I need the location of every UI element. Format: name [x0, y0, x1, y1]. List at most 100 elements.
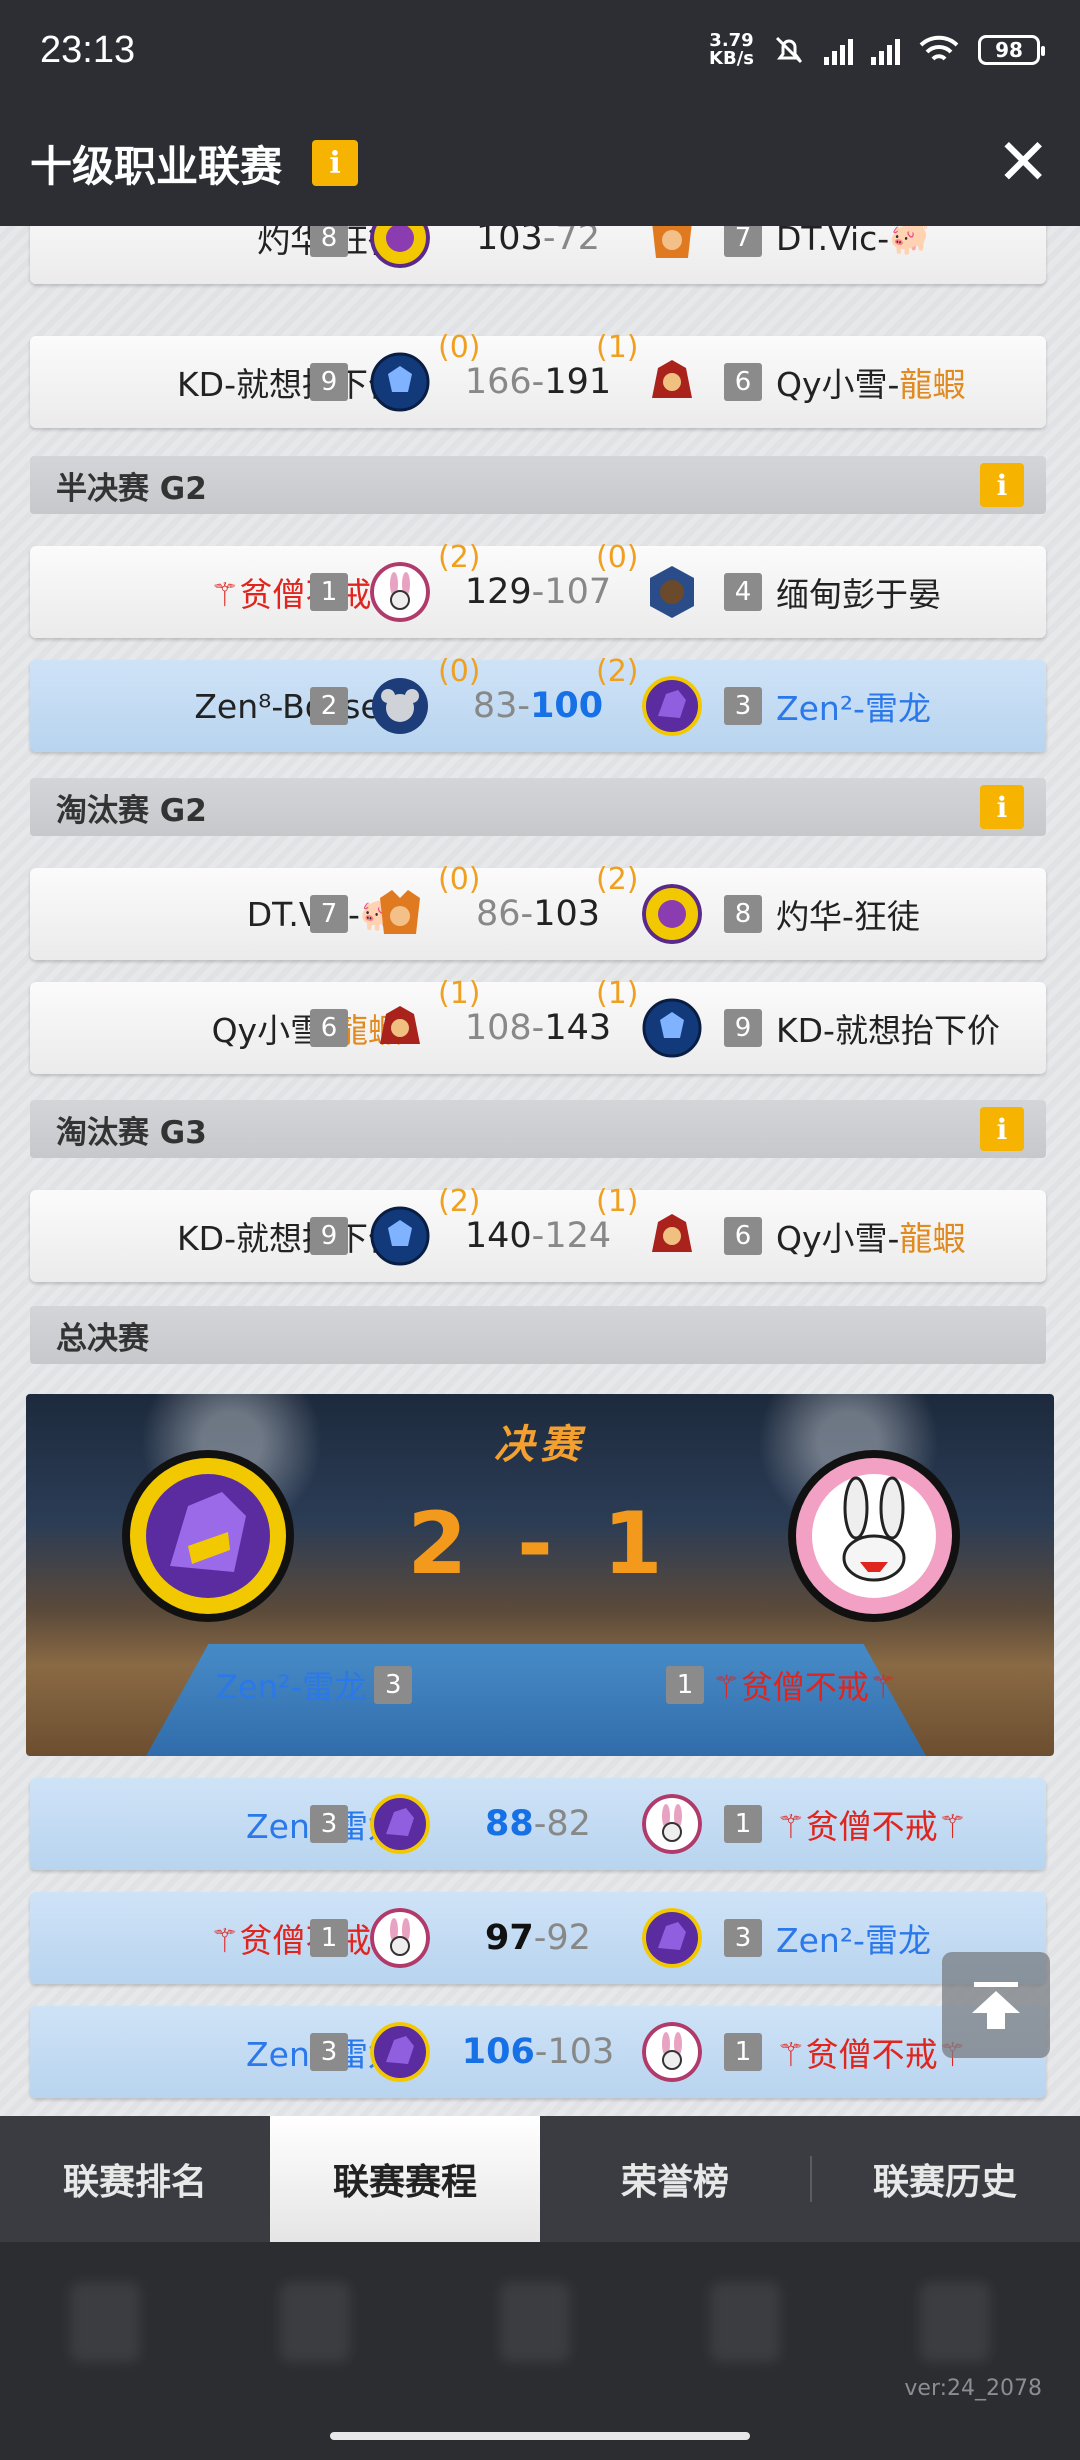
match-row[interactable]: Zen²-雷龙 3 106-103 1 ⚚贫僧不戒⚚	[30, 2006, 1046, 2098]
sub-score-right: (1)	[596, 330, 639, 365]
match-score: 103-72	[476, 226, 600, 258]
team-logo-dragon-icon	[122, 1450, 294, 1622]
team-logo-dragon-icon	[642, 1908, 702, 1968]
team-right: KD-就想抬下价	[776, 1011, 1000, 1050]
match-row[interactable]: KD-就想抬下价 9 (0) 166-191 (1) 6 Qy小雪- 龍蝦	[30, 330, 1046, 428]
seed-badge: 6	[724, 363, 762, 401]
status-icons: 3.79 KB/s 98	[709, 30, 1045, 69]
info-icon[interactable]: i	[312, 140, 359, 186]
match-row[interactable]: Qy小雪- 龍蝦 6 (1) 108-143 (1) 9 KD-就想抬下价	[30, 976, 1046, 1074]
sub-score-right: (2)	[596, 654, 639, 689]
team-logo-koala-icon	[372, 678, 428, 734]
close-button[interactable]: ✕	[996, 131, 1050, 195]
wifi-icon	[919, 35, 959, 61]
team-logo-boar-icon	[652, 360, 692, 398]
info-icon[interactable]: i	[980, 1107, 1024, 1151]
final-team-left: Zen²-雷龙 3	[216, 1662, 413, 1708]
section-header: 总决赛	[30, 1306, 1046, 1364]
seed-badge: 8	[310, 226, 348, 257]
seed-badge: 3	[724, 687, 762, 725]
tab-league-ranking[interactable]: 联赛排名	[0, 2116, 270, 2242]
team-logo-tiger-icon	[652, 226, 692, 258]
seed-badge: 4	[724, 573, 762, 611]
team-logo-wolf-icon	[370, 352, 430, 412]
team-right: 灼华-狂徒	[776, 897, 920, 936]
seed-badge: 6	[310, 1009, 348, 1047]
seed-badge: 2	[310, 687, 348, 725]
team-logo-tiger-icon	[380, 890, 420, 934]
team-right: DT.Vic- 🐖	[776, 226, 931, 258]
status-time: 23:13	[40, 28, 136, 71]
team-logo-wolf-icon	[642, 998, 702, 1058]
seed-badge: 3	[310, 1805, 348, 1843]
team-left: KD-就想抬下价	[177, 1219, 401, 1258]
team-right: Qy小雪- 龍蝦	[776, 1219, 966, 1258]
status-bar: 23:13 3.79 KB/s 98	[0, 0, 1080, 100]
match-row[interactable]: Zen²-雷龙 3 88-82 1 ⚚贫僧不戒⚚	[30, 1778, 1046, 1870]
bottom-tab-bar: 联赛排名 联赛赛程 荣誉榜 联赛历史	[0, 2116, 1080, 2242]
team-right: Qy小雪- 龍蝦	[776, 365, 966, 404]
sub-score-right: (2)	[596, 862, 639, 897]
app-header: 十级职业联赛 i ✕	[0, 100, 1080, 226]
team-logo-dragon-icon	[642, 676, 702, 736]
version-label: ver:24_2078	[904, 2376, 1042, 2401]
seed-badge: 7	[310, 895, 348, 933]
home-indicator[interactable]	[330, 2432, 750, 2440]
final-banner: 决赛 2 - 1 Zen²-雷龙 3 1 ⚚贫僧不戒⚚	[26, 1394, 1054, 1756]
signal-icon-2	[871, 35, 900, 65]
battery-indicator: 98	[978, 35, 1045, 65]
seed-badge: 9	[724, 1009, 762, 1047]
seed-badge: 3	[724, 1919, 762, 1957]
team-right: 缅甸彭于晏	[776, 575, 941, 614]
info-icon[interactable]: i	[980, 785, 1024, 829]
blurred-background-dock	[0, 2242, 1080, 2460]
team-logo-wolf-icon	[370, 1206, 430, 1266]
match-score: 97-92	[485, 1918, 591, 1958]
match-score: 88-82	[485, 1804, 591, 1844]
match-score: 106-103	[461, 2032, 615, 2072]
seed-badge: 1	[724, 1805, 762, 1843]
info-icon[interactable]: i	[980, 463, 1024, 507]
team-logo-boar-icon	[652, 1214, 692, 1252]
match-row[interactable]: ⚚贫僧不戒⚚ 1 97-92 3 Zen²-雷龙	[30, 1892, 1046, 1984]
seed-badge: 1	[310, 573, 348, 611]
seed-badge: 8	[724, 895, 762, 933]
team-logo-dragon-icon	[370, 1794, 430, 1854]
team-right: Zen²-雷龙	[776, 689, 931, 728]
schedule-list[interactable]: 灼华-狂徒 8 103-72 7 DT.Vic-🐖 KD-就想抬下价 9 (0)…	[0, 226, 1080, 2116]
scroll-to-top-button[interactable]	[942, 1952, 1050, 2058]
seed-badge: 3	[310, 2033, 348, 2071]
sub-score-right: (1)	[596, 1184, 639, 1219]
bell-off-icon	[775, 36, 803, 64]
team-logo-rabbit-icon	[788, 1450, 960, 1622]
team-logo-boar-icon	[380, 1006, 420, 1044]
team-logo-rabbit-icon	[642, 1794, 702, 1854]
team-logo-hexagon-icon	[650, 566, 694, 618]
page-title: 十级职业联赛	[30, 141, 283, 191]
tab-honor-roll[interactable]: 荣誉榜	[540, 2116, 810, 2242]
seed-badge: 1	[310, 1919, 348, 1957]
signal-icon	[824, 35, 853, 65]
team-logo-rabbit-icon	[370, 1908, 430, 1968]
match-row[interactable]: DT.Vic- 🐖 7 (0) 86-103 (2) 8 灼华-狂徒	[30, 862, 1046, 960]
seed-badge: 6	[724, 1217, 762, 1255]
final-team-right: 1 ⚚贫僧不戒⚚	[666, 1662, 897, 1708]
tab-league-schedule[interactable]: 联赛赛程	[270, 2116, 540, 2242]
seed-badge: 7	[724, 226, 762, 257]
team-logo-rabbit-icon	[642, 2022, 702, 2082]
net-speed: 3.79 KB/s	[709, 30, 754, 69]
match-row[interactable]: 灼华-狂徒 8 103-72 7 DT.Vic-🐖	[30, 226, 1046, 284]
section-header: 半决赛 G2 i	[30, 456, 1046, 514]
team-right: ⚚贫僧不戒⚚	[776, 1807, 968, 1846]
sub-score-right: (1)	[596, 976, 639, 1011]
seed-badge: 3	[374, 1666, 413, 1704]
match-row[interactable]: KD-就想抬下价 9 (2) 140-124 (1) 6 Qy小雪- 龍蝦	[30, 1184, 1046, 1282]
tab-league-history[interactable]: 联赛历史	[810, 2116, 1080, 2242]
match-row[interactable]: Zen⁸-Boilsea 2 (0) 83-100 (2) 3 Zen²-雷龙	[30, 654, 1046, 752]
match-row[interactable]: ⚚贫僧不戒⚚ 1 (2) 129-107 (0) 4 缅甸彭于晏	[30, 540, 1046, 638]
sub-score-right: (0)	[596, 540, 639, 575]
section-header: 淘汰赛 G3 i	[30, 1100, 1046, 1158]
seed-badge: 9	[310, 363, 348, 401]
seed-badge: 1	[724, 2033, 762, 2071]
team-logo-dragon-icon	[370, 2022, 430, 2082]
